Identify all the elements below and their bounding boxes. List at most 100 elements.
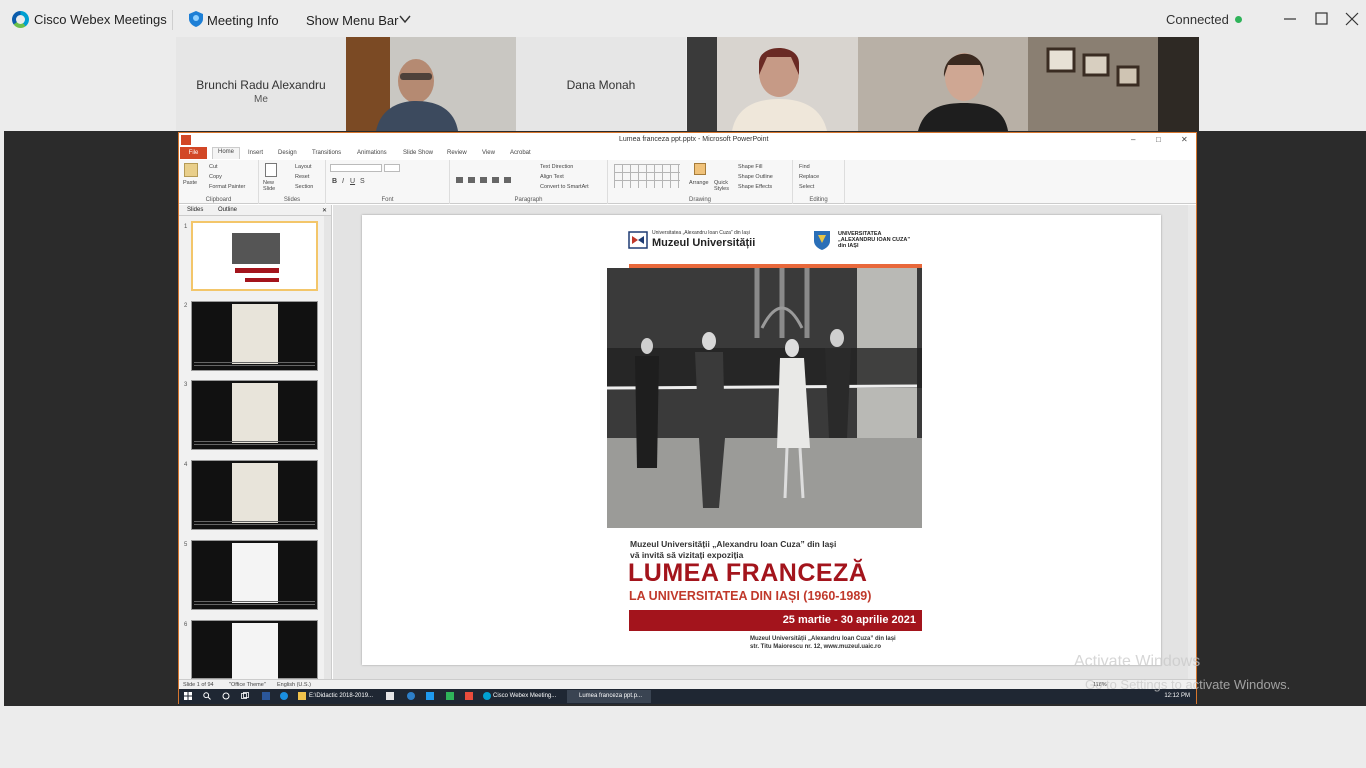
shape-effects-button[interactable]: Shape Effects [738, 184, 772, 190]
arrange-button[interactable]: Arrange [689, 180, 709, 186]
format-painter-button[interactable]: Format Painter [209, 184, 245, 190]
participant-tile[interactable]: Dana Monah [516, 37, 686, 131]
tab-outline[interactable]: Outline [218, 207, 237, 213]
layout-button[interactable]: Layout [295, 164, 312, 170]
word-icon[interactable] [262, 692, 270, 700]
search-icon[interactable] [203, 692, 211, 700]
slide-thumbnail[interactable] [191, 221, 318, 291]
underline-button[interactable]: U [350, 178, 355, 185]
taskbar-app-webex[interactable]: Cisco Webex Meeting... [481, 690, 565, 703]
slide-scrollbar[interactable] [1188, 205, 1196, 679]
slide-number: 3 [184, 382, 188, 388]
shield-info-icon[interactable] [189, 11, 203, 27]
edge-icon[interactable] [280, 692, 288, 700]
thumbnail-document [232, 383, 278, 443]
current-slide[interactable]: Universitatea „Alexandru Ioan Cuza” din … [362, 215, 1161, 665]
tab-design[interactable]: Design [278, 150, 297, 156]
new-slide-button[interactable]: New Slide [263, 180, 281, 192]
shape-outline-button[interactable]: Shape Outline [738, 174, 773, 180]
thumbnail-headline [235, 268, 279, 273]
copy-button[interactable]: Copy [209, 174, 222, 180]
taskbar-app-explorer[interactable]: E:\Didactic 2018-2019... [297, 690, 381, 703]
ppt-minimize-icon[interactable]: – [1131, 135, 1135, 144]
group-label: Slides [283, 197, 301, 203]
clipboard-group: Paste Cut Copy Format Painter Clipboard [179, 160, 259, 204]
shapes-gallery[interactable] [614, 164, 680, 188]
taskbar-clock: 12:12 PM [1164, 693, 1190, 699]
browser-icon[interactable] [407, 692, 415, 700]
participant-video[interactable] [687, 37, 858, 131]
pane-scrollbar[interactable] [324, 216, 331, 679]
align-text-button[interactable]: Align Text [540, 174, 564, 180]
slide-thumbnail[interactable] [191, 380, 318, 450]
slide-thumbnail[interactable] [191, 540, 318, 610]
date-band: 25 martie - 30 aprilie 2021 [629, 610, 922, 631]
tab-slide-show[interactable]: Slide Show [403, 150, 433, 156]
tab-slides[interactable]: Slides [187, 207, 203, 213]
select-button[interactable]: Select [799, 184, 814, 190]
find-button[interactable]: Find [799, 164, 810, 170]
group-label: Clipboard [205, 197, 232, 203]
reset-button[interactable]: Reset [295, 174, 309, 180]
tab-animations[interactable]: Animations [357, 150, 387, 156]
pane-close-icon[interactable]: ✕ [322, 207, 327, 214]
chevron-down-icon[interactable] [399, 13, 411, 25]
slide-thumbnail[interactable] [191, 620, 318, 680]
taskbar-app-powerpoint[interactable]: Lumea franceza ppt.p... [567, 690, 651, 703]
meeting-info-button[interactable]: Meeting Info [207, 13, 279, 28]
quick-styles-button[interactable]: Quick Styles [714, 180, 734, 192]
close-icon[interactable] [1342, 9, 1362, 29]
archive-photo [607, 268, 922, 528]
tab-transitions[interactable]: Transitions [312, 150, 341, 156]
thumbnail-photo [232, 233, 280, 264]
tab-insert[interactable]: Insert [248, 150, 263, 156]
tab-home[interactable]: Home [212, 147, 241, 159]
ppt-title-bar: Lumea franceza ppt.pptx - Microsoft Powe… [179, 133, 1196, 147]
thumbnail-caption [194, 521, 315, 527]
app-icon[interactable] [465, 692, 473, 700]
font-group: B I U S Font [326, 160, 450, 204]
font-size-select[interactable] [384, 164, 400, 172]
arrange-icon[interactable] [694, 163, 706, 175]
exhibition-title: LUMEA FRANCEZĂ [628, 559, 868, 587]
slides-pane: Slides Outline ✕ 1 2 3 4 5 6 [179, 205, 332, 680]
bold-button[interactable]: B [332, 178, 337, 185]
ppt-close-icon[interactable]: ✕ [1181, 135, 1188, 144]
convert-smartart-button[interactable]: Convert to SmartArt [540, 184, 589, 190]
slide-thumbnail[interactable] [191, 460, 318, 530]
participant-video-image [376, 59, 458, 131]
new-slide-icon[interactable] [265, 163, 277, 177]
store-icon[interactable] [386, 692, 394, 700]
cut-button[interactable]: Cut [209, 164, 218, 170]
maximize-icon[interactable] [1312, 9, 1332, 29]
tab-file[interactable]: File [180, 147, 207, 159]
italic-button[interactable]: I [342, 178, 344, 185]
paste-button[interactable]: Paste [183, 180, 197, 186]
participant-video[interactable] [858, 37, 1028, 131]
shape-fill-button[interactable]: Shape Fill [738, 164, 762, 170]
paste-icon[interactable] [184, 163, 198, 177]
show-menu-bar-button[interactable]: Show Menu Bar [306, 13, 399, 28]
mail-icon[interactable] [426, 692, 434, 700]
alignment-icons[interactable] [456, 177, 516, 183]
font-name-select[interactable] [330, 164, 382, 172]
tab-acrobat[interactable]: Acrobat [510, 150, 531, 156]
participant-video[interactable] [1028, 37, 1199, 131]
app-icon[interactable] [446, 692, 454, 700]
cortana-icon[interactable] [222, 692, 230, 700]
participant-video[interactable] [346, 37, 516, 131]
slide-count: Slide 1 of 94 [183, 682, 214, 688]
shadow-button[interactable]: S [360, 178, 365, 185]
replace-button[interactable]: Replace [799, 174, 819, 180]
windows-start-icon[interactable] [184, 692, 192, 700]
section-button[interactable]: Section [295, 184, 313, 190]
ppt-maximize-icon[interactable]: □ [1156, 135, 1161, 144]
tab-review[interactable]: Review [447, 150, 467, 156]
slide-thumbnail[interactable] [191, 301, 318, 371]
tab-view[interactable]: View [482, 150, 495, 156]
text-direction-button[interactable]: Text Direction [540, 164, 573, 170]
thumbnail-document [232, 543, 278, 603]
minimize-icon[interactable] [1280, 9, 1300, 29]
participant-tile[interactable]: Brunchi Radu Alexandru Me [176, 37, 346, 131]
task-view-icon[interactable] [241, 692, 249, 700]
